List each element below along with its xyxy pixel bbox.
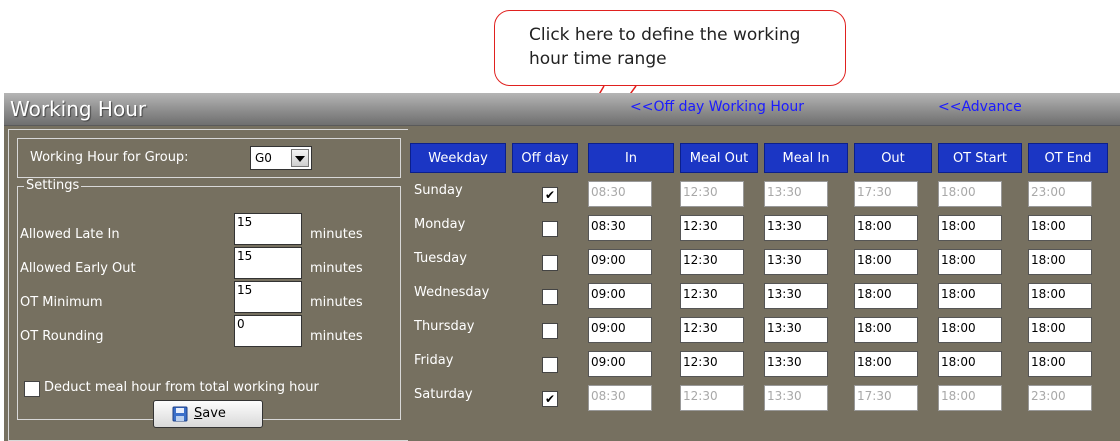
header-out: Out — [854, 143, 932, 173]
ot-end-input-saturday[interactable]: 23:00 — [1028, 385, 1092, 411]
ot-minimum-unit: minutes — [310, 295, 363, 310]
settings-legend: Settings — [24, 178, 82, 193]
off-day-checkbox-saturday[interactable]: ✔ — [542, 391, 558, 407]
group-select-value: G0 — [255, 151, 272, 165]
title-bar: Working Hour <<Off day Working Hour <<Ad… — [4, 93, 1120, 126]
off-day-checkbox-monday[interactable] — [542, 221, 558, 237]
header-ot-end: OT End — [1028, 143, 1108, 173]
meal-in-input-tuesday[interactable]: 13:30 — [764, 249, 828, 275]
ot-end-input-monday[interactable]: 18:00 — [1028, 215, 1092, 241]
off-day-checkbox-tuesday[interactable] — [542, 255, 558, 271]
out-input-sunday[interactable]: 17:30 — [854, 181, 918, 207]
in-input-tuesday[interactable]: 09:00 — [588, 249, 652, 275]
meal-in-input-friday[interactable]: 13:30 — [764, 351, 828, 377]
meal-out-input-monday[interactable]: 12:30 — [680, 215, 744, 241]
meal-out-input-thursday[interactable]: 12:30 — [680, 317, 744, 343]
out-input-thursday[interactable]: 18:00 — [854, 317, 918, 343]
off-day-checkbox-thursday[interactable] — [542, 323, 558, 339]
ot-rounding-unit: minutes — [310, 329, 363, 344]
meal-out-input-wednesday[interactable]: 12:30 — [680, 283, 744, 309]
meal-in-input-saturday[interactable]: 13:30 — [764, 385, 828, 411]
ot-end-input-sunday[interactable]: 23:00 — [1028, 181, 1092, 207]
in-input-thursday[interactable]: 09:00 — [588, 317, 652, 343]
group-label: Working Hour for Group: — [30, 150, 189, 165]
header-off-day: Off day — [512, 143, 578, 173]
save-button[interactable]: Save — [153, 400, 263, 428]
weekday-monday: Monday — [414, 217, 466, 232]
ot-minimum-input[interactable]: 15 — [234, 281, 302, 313]
save-button-label: Save — [194, 406, 226, 421]
ot-end-input-friday[interactable]: 18:00 — [1028, 351, 1092, 377]
off-day-working-hour-link[interactable]: <<Off day Working Hour — [630, 99, 804, 115]
meal-in-input-sunday[interactable]: 13:30 — [764, 181, 828, 207]
allowed-early-out-unit: minutes — [310, 261, 363, 276]
header-meal-out: Meal Out — [680, 143, 758, 173]
meal-out-input-friday[interactable]: 12:30 — [680, 351, 744, 377]
meal-out-input-tuesday[interactable]: 12:30 — [680, 249, 744, 275]
weekday-tuesday: Tuesday — [414, 251, 467, 266]
callout-text: Click here to define the working hour ti… — [529, 25, 801, 69]
out-input-wednesday[interactable]: 18:00 — [854, 283, 918, 309]
in-input-saturday[interactable]: 08:30 — [588, 385, 652, 411]
in-input-friday[interactable]: 09:00 — [588, 351, 652, 377]
ot-start-input-saturday[interactable]: 18:00 — [938, 385, 1002, 411]
ot-start-input-wednesday[interactable]: 18:00 — [938, 283, 1002, 309]
group-box: Working Hour for Group: G0 — [17, 138, 401, 178]
ot-minimum-label: OT Minimum — [20, 295, 103, 310]
off-day-checkbox-friday[interactable] — [542, 357, 558, 373]
ot-start-input-sunday[interactable]: 18:00 — [938, 181, 1002, 207]
working-hour-window: Working Hour <<Off day Working Hour <<Ad… — [4, 93, 1120, 441]
ot-end-input-tuesday[interactable]: 18:00 — [1028, 249, 1092, 275]
settings-panel: Working Hour for Group: G0 Settings Allo… — [8, 129, 408, 441]
window-title: Working Hour — [10, 97, 147, 121]
off-day-checkbox-wednesday[interactable] — [542, 289, 558, 305]
allowed-early-out-input[interactable]: 15 — [234, 247, 302, 279]
deduct-meal-label: Deduct meal hour from total working hour — [44, 380, 319, 395]
in-input-wednesday[interactable]: 09:00 — [588, 283, 652, 309]
out-input-tuesday[interactable]: 18:00 — [854, 249, 918, 275]
allowed-early-out-label: Allowed Early Out — [20, 261, 136, 276]
ot-end-input-wednesday[interactable]: 18:00 — [1028, 283, 1092, 309]
allowed-late-in-label: Allowed Late In — [20, 227, 120, 242]
off-day-checkbox-sunday[interactable]: ✔ — [542, 187, 558, 203]
header-in: In — [588, 143, 674, 173]
group-select[interactable]: G0 — [250, 146, 312, 170]
in-input-sunday[interactable]: 08:30 — [588, 181, 652, 207]
callout-bubble: Click here to define the working hour ti… — [494, 10, 846, 86]
ot-rounding-input[interactable]: 0 — [234, 315, 302, 347]
out-input-friday[interactable]: 18:00 — [854, 351, 918, 377]
weekday-thursday: Thursday — [414, 319, 475, 334]
out-input-monday[interactable]: 18:00 — [854, 215, 918, 241]
meal-out-input-sunday[interactable]: 12:30 — [680, 181, 744, 207]
weekday-wednesday: Wednesday — [414, 285, 490, 300]
meal-in-input-thursday[interactable]: 13:30 — [764, 317, 828, 343]
header-meal-in: Meal In — [764, 143, 848, 173]
allowed-late-in-input[interactable]: 15 — [234, 213, 302, 245]
weekday-friday: Friday — [414, 353, 454, 368]
deduct-meal-checkbox[interactable] — [24, 381, 40, 397]
ot-start-input-tuesday[interactable]: 18:00 — [938, 249, 1002, 275]
allowed-late-in-unit: minutes — [310, 227, 363, 242]
chevron-down-icon[interactable] — [291, 149, 309, 167]
advance-link[interactable]: <<Advance — [938, 99, 1022, 115]
settings-group: Settings Allowed Late In 15 minutes Allo… — [17, 178, 401, 420]
ot-start-input-friday[interactable]: 18:00 — [938, 351, 1002, 377]
ot-start-input-monday[interactable]: 18:00 — [938, 215, 1002, 241]
ot-end-input-thursday[interactable]: 18:00 — [1028, 317, 1092, 343]
weekday-saturday: Saturday — [414, 387, 473, 402]
out-input-saturday[interactable]: 17:30 — [854, 385, 918, 411]
weekday-sunday: Sunday — [414, 183, 463, 198]
in-input-monday[interactable]: 08:30 — [588, 215, 652, 241]
meal-in-input-wednesday[interactable]: 13:30 — [764, 283, 828, 309]
ot-start-input-thursday[interactable]: 18:00 — [938, 317, 1002, 343]
header-ot-start: OT Start — [938, 143, 1022, 173]
floppy-disk-icon — [172, 406, 188, 422]
meal-in-input-monday[interactable]: 13:30 — [764, 215, 828, 241]
ot-rounding-label: OT Rounding — [20, 329, 104, 344]
meal-out-input-saturday[interactable]: 12:30 — [680, 385, 744, 411]
header-weekday: Weekday — [410, 143, 506, 173]
